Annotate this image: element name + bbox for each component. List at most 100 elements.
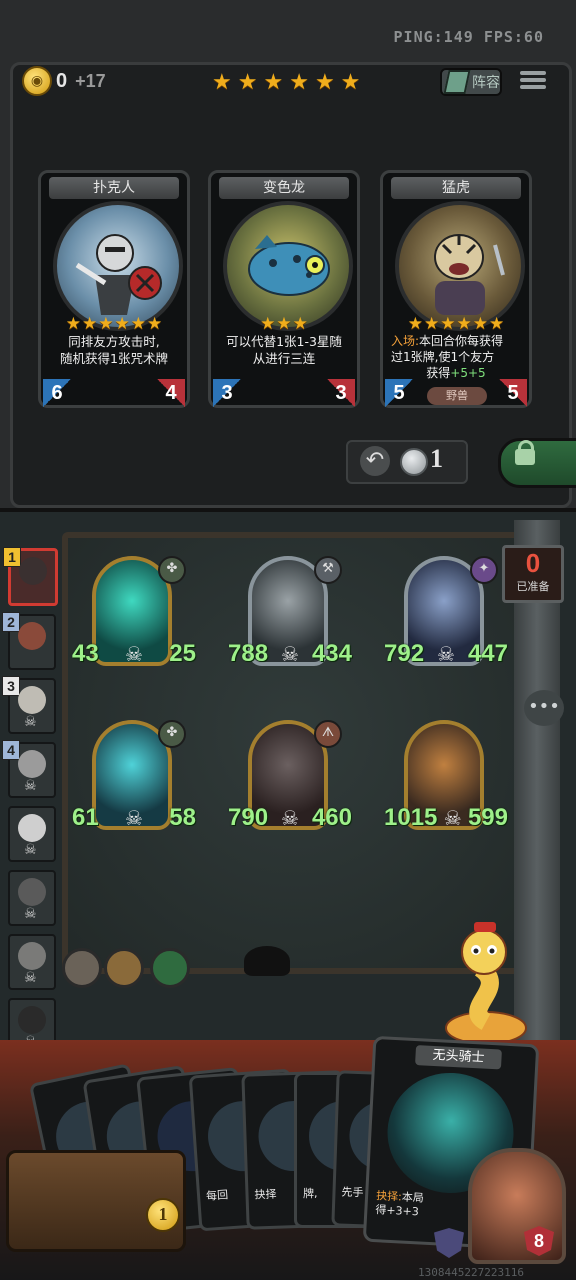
avatar	[18, 1006, 46, 1034]
card-name: 猛虎	[391, 177, 521, 199]
refresh-icon[interactable]: ↶	[360, 446, 390, 476]
minion-attack: 43	[72, 640, 99, 667]
ready-counter: 0 已准备	[502, 545, 564, 603]
freeze-shop-button[interactable]	[498, 438, 576, 488]
avatar	[19, 557, 47, 585]
star-icon: ★	[314, 70, 335, 95]
emote-button[interactable]	[62, 948, 102, 988]
card-stars: ★ ★ ★ ★ ★ ★	[407, 314, 505, 334]
card-tribe: 野兽	[427, 387, 487, 405]
player-rank: 2	[2, 612, 20, 632]
avatar	[18, 942, 46, 970]
board-minion-3[interactable]: ✦ 792 ☠ 447	[384, 556, 508, 667]
minion-health: 599	[467, 804, 508, 831]
tiger-art-icon	[434, 234, 505, 315]
star-icon: ★	[289, 70, 309, 95]
player-slot-4[interactable]: 4 ☠	[2, 740, 56, 798]
gold-counter: ◉ 0 +17	[22, 66, 106, 96]
knight-art-icon	[75, 234, 162, 315]
skull-icon: ☠	[281, 642, 299, 666]
card-health: 4	[157, 379, 185, 407]
board-minion-4[interactable]: ✤ 61 ☠ 58	[72, 720, 196, 831]
hex-button[interactable]	[150, 948, 190, 988]
player-rank: 1	[3, 547, 21, 567]
lineup-label: 阵容	[472, 75, 500, 91]
skull-icon: ☠	[24, 842, 37, 858]
ping-text: PING:149	[393, 28, 474, 46]
paw-icon: ✤	[158, 556, 186, 584]
minion-health: 25	[169, 640, 196, 667]
chat-icon[interactable]: •••	[524, 690, 564, 726]
avatar	[18, 750, 46, 778]
skull-icon: ☠	[281, 806, 299, 830]
minion-health: 58	[169, 804, 196, 831]
coin-icon: ◉	[22, 66, 52, 96]
card-attack: 5	[385, 379, 413, 407]
silver-coin-icon	[400, 448, 428, 476]
player-rank: 4	[2, 740, 20, 760]
avatar	[18, 686, 46, 714]
avatar	[18, 622, 46, 650]
chameleon-art-icon	[248, 235, 330, 296]
minion-attack: 1015	[384, 804, 438, 831]
wrench-icon: ⚒	[314, 556, 342, 584]
gold-income: +17	[75, 70, 106, 91]
card-attack: 6	[43, 379, 71, 407]
build-id: 1308445227223116	[418, 1266, 524, 1279]
star-icon: ★	[263, 70, 284, 95]
performance-readout: PING:149 FPS:60	[394, 28, 544, 46]
player-slot-1[interactable]: 1	[3, 547, 58, 606]
player-slot-5[interactable]: ☠	[8, 806, 56, 862]
shop-card-tiger[interactable]: 猛虎 ★ ★ ★ ★ ★ ★ 入场:本回合你每获得 过1张牌,使1个友方 获得+5+5 5…	[380, 170, 532, 408]
snake-hero-pet-icon	[445, 922, 527, 1045]
skull-icon: ☠	[24, 906, 37, 922]
avatar	[18, 814, 46, 842]
menu-icon[interactable]	[520, 68, 546, 94]
board-minion-5[interactable]: ᗑ 790 ☠ 460	[228, 720, 352, 831]
card-description: 同排友方攻击时, 随机获得1张咒术牌	[60, 334, 168, 366]
minion-health: 447	[467, 640, 508, 667]
coin-button[interactable]	[104, 948, 144, 988]
lock-icon	[515, 440, 535, 465]
star-icon: ★	[237, 70, 258, 95]
minion-health: 460	[311, 804, 352, 831]
lineup-button[interactable]: 阵容	[440, 68, 502, 96]
board-minion-2[interactable]: ⚒ 788 ☠ 434	[228, 556, 352, 667]
skull-icon: ☠	[443, 806, 462, 830]
player-slot-7[interactable]: ☠	[8, 934, 56, 990]
card-attack: 3	[213, 379, 241, 407]
hero-gold: 1	[146, 1198, 180, 1232]
refresh-cost: 1	[430, 444, 443, 473]
paw-icon: ✤	[158, 720, 186, 748]
avatar	[18, 878, 46, 906]
board-minion-6[interactable]: 1015 ☠ 599	[384, 720, 508, 831]
card-name: 扑克人	[49, 177, 179, 199]
shop-card-poker-man[interactable]: 扑克人 ★ ★ ★ ★ ★ ★ 同排友方攻击时, 随机获得1张咒术牌 6 4	[38, 170, 190, 408]
player-slot-2[interactable]: 2	[2, 612, 56, 670]
star-icon: ★	[340, 70, 361, 95]
shop-card-chameleon[interactable]: 变色龙 ★ ★ ★ 可以代替1张1-3星随 从进行三连 3 3	[208, 170, 360, 408]
card-description: 入场:本回合你每获得 过1张牌,使1个友方 获得+5+5	[391, 334, 504, 380]
star-icon: ★	[212, 70, 232, 95]
skull-icon: ☠	[24, 714, 37, 730]
card-art	[395, 201, 525, 331]
skull-icon: ☠	[125, 642, 143, 666]
skull-icon: ☠	[125, 806, 143, 830]
card-art	[53, 201, 183, 331]
skull-icon: ☠	[24, 970, 37, 986]
skull-icon: ☠	[437, 642, 455, 666]
minion-attack: 790	[228, 804, 269, 831]
book-icon	[443, 70, 471, 94]
claw-icon: ᗑ	[314, 720, 342, 748]
card-art	[223, 201, 353, 331]
minion-attack: 61	[72, 804, 99, 831]
ready-count: 0	[525, 548, 541, 578]
card-description: 可以代替1张1-3星随 从进行三连	[226, 334, 342, 366]
minion-attack: 792	[384, 640, 425, 667]
player-slot-3[interactable]: 3 ☠	[2, 676, 56, 734]
card-health: 5	[499, 379, 527, 407]
board-minion-1[interactable]: ✤ 43 ☠ 25	[72, 556, 196, 667]
player-slot-6[interactable]: ☠	[8, 870, 56, 926]
card-health: 3	[327, 379, 355, 407]
card-name: 无头骑士	[415, 1045, 502, 1070]
